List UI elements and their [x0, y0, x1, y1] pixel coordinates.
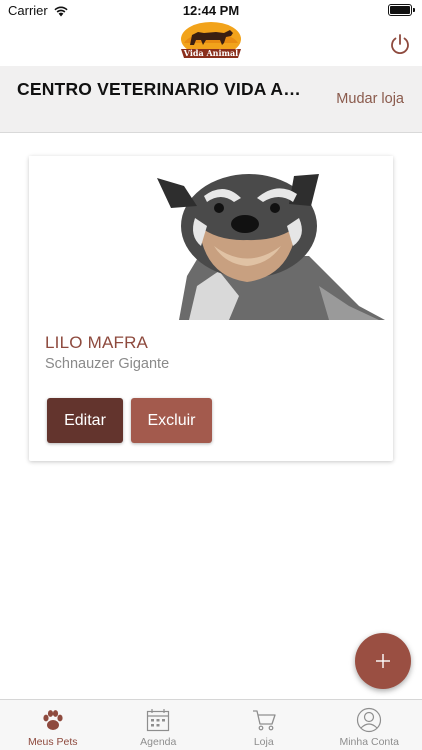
pet-photo: [29, 156, 393, 320]
logo-text: Vida Animal: [183, 48, 238, 58]
paw-icon: [43, 710, 63, 730]
pet-breed: Schnauzer Gigante: [45, 356, 170, 372]
tab-label: Meus Pets: [27, 736, 78, 748]
user-icon: [357, 707, 382, 733]
battery-icon: [388, 4, 415, 16]
delete-pet-button[interactable]: Excluir: [131, 398, 212, 443]
status-bar: Carrier 12:44 PM: [0, 0, 422, 21]
app-logo: Vida Animal: [176, 21, 246, 63]
tab-label: Loja: [253, 736, 274, 748]
change-store-link[interactable]: Mudar loja: [336, 91, 404, 107]
tab-label: Minha Conta: [339, 736, 400, 748]
calendar-icon: [147, 709, 170, 732]
tab-loja[interactable]: Loja: [211, 700, 317, 750]
cart-icon: [252, 710, 276, 731]
pet-card: LILO MAFRA Schnauzer Gigante Editar Excl…: [29, 156, 393, 461]
plus-icon: [376, 654, 390, 668]
tab-agenda[interactable]: Agenda: [106, 700, 212, 750]
tab-bar: Meus Pets Agenda Loja Minha Conta: [0, 699, 422, 750]
horse-logo: Vida Animal: [181, 22, 241, 58]
tab-minha-conta[interactable]: Minha Conta: [317, 700, 422, 750]
nav-bar: Vida Animal: [0, 21, 422, 66]
power-button[interactable]: [389, 33, 411, 55]
tab-label: Agenda: [140, 736, 177, 748]
dog-photo-icon: [29, 156, 393, 320]
edit-pet-button[interactable]: Editar: [47, 398, 123, 443]
store-header: CENTRO VETERINARIO VIDA ANI... Mudar loj…: [0, 66, 422, 133]
store-name: CENTRO VETERINARIO VIDA ANI...: [17, 79, 307, 99]
pet-name: LILO MAFRA: [45, 333, 149, 352]
power-icon: [391, 34, 409, 55]
add-pet-button[interactable]: [355, 633, 411, 689]
tab-meus-pets[interactable]: Meus Pets: [0, 700, 106, 750]
clock: 12:44 PM: [182, 3, 240, 18]
